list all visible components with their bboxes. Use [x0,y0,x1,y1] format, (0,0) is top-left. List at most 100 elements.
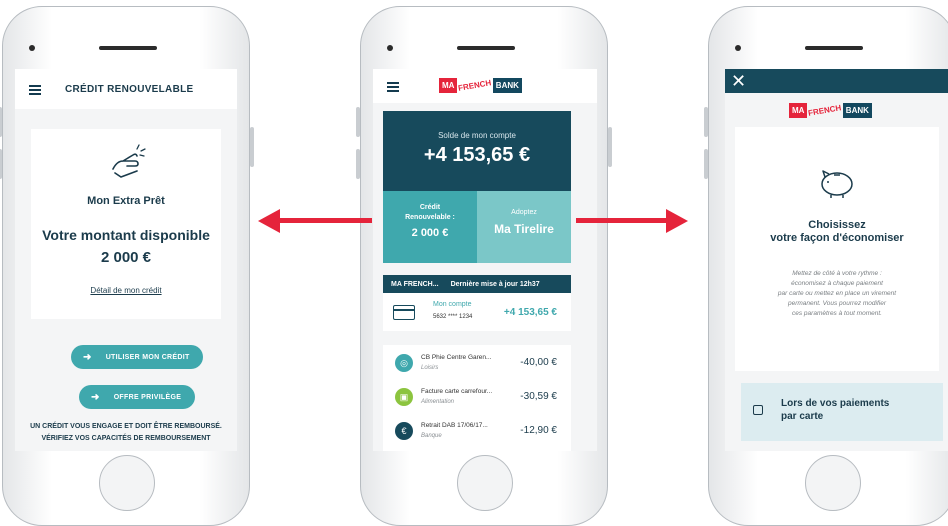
credit-detail-link[interactable]: Détail de mon crédit [31,286,221,295]
savings-title-line: Choisissez [808,219,866,231]
phone-frame-dashboard: MA FRENCH BANK Solde de mon compte +4 15… [356,6,612,526]
credit-card-panel: Mon Extra Prêt Votre montant disponible … [31,129,221,319]
logo-french: FRENCH [807,103,843,118]
transaction-category: Loisirs [421,365,439,371]
transaction-name: CB Phie Centre Garen... [421,354,492,361]
phone-side-button [0,107,2,137]
description-line: économisez à chaque paiement [791,280,883,287]
header: ✕ [725,69,948,93]
product-name: Mon Extra Prêt [87,195,165,207]
use-credit-button[interactable]: ➜ UTILISER MON CRÉDIT [71,345,203,369]
menu-icon[interactable] [29,84,41,95]
phone-frame-credit: CRÉDIT RENOUVELABLE Mon Extra Prêt Votre… [0,6,254,526]
arrow-left-shaft [278,218,372,223]
speaker-grille [805,46,863,50]
transaction-name: Retrait DAB 17/06/17... [421,422,488,429]
account-bar-name: MA FRENCH... [391,280,439,288]
option-checkbox[interactable] [753,405,763,415]
account-bar-update: Dernière mise à jour 12h37 [450,280,540,288]
description-line: permanent. Vous pourrez modifier [787,300,887,307]
phone-side-button [250,127,254,167]
description-line: Mettez de côté à votre rythme : [792,270,882,277]
card-payment-option[interactable]: Lors de vos paiements par carte [741,383,943,441]
option-label-line: par carte [781,411,824,422]
savings-card-panel: Choisissez votre façon d'économiser Mett… [735,127,939,371]
tirelire-value: Ma Tirelire [494,222,554,236]
transaction-row[interactable]: ▣ Facture carte carrefour... Alimentatio… [383,381,571,415]
transaction-list: ◎ CB Phie Centre Garen... Loisirs -40,00… [383,345,571,451]
arrow-right-icon: ➜ [91,391,100,403]
page-title: CRÉDIT RENOUVELABLE [65,83,194,95]
phone-side-button [356,107,360,137]
savings-description: Mettez de côté à votre rythme : économis… [749,269,925,319]
arrow-left-icon [258,209,280,233]
transaction-name: Facture carte carrefour... [421,388,493,395]
privilege-offer-label: OFFRE PRIVILÈGE [113,393,182,401]
option-label: Lors de vos paiements par carte [781,397,889,423]
arrow-right-shaft [576,218,668,223]
legal-line: VÉRIFIEZ VOS CAPACITÉS DE REMBOURSEMENT [41,435,211,442]
privilege-offer-button[interactable]: ➜ OFFRE PRIVILÈGE [79,385,195,409]
logo-ma: MA [439,78,458,93]
balance-panel[interactable]: Solde de mon compte +4 153,65 € [383,111,571,191]
camera-dot [29,45,35,51]
transaction-amount: -30,59 € [520,391,557,402]
credit-tile[interactable]: Crédit Renouvelable : 2 000 € [383,191,477,263]
leisure-icon: ◎ [395,354,413,372]
savings-title-line: votre façon d'économiser [770,232,904,244]
account-number: 5632 **** 1234 [433,314,473,320]
arrow-right-icon: ➜ [83,351,92,363]
transaction-amount: -12,90 € [520,425,557,436]
header: MA FRENCH BANK [373,69,597,103]
header: CRÉDIT RENOUVELABLE [15,69,237,109]
use-credit-label: UTILISER MON CRÉDIT [105,353,190,361]
legal-line: UN CRÉDIT VOUS ENGAGE ET DOIT ÊTRE REMBO… [30,423,222,430]
legal-notice: UN CRÉDIT VOUS ENGAGE ET DOIT ÊTRE REMBO… [15,421,237,445]
camera-dot [387,45,393,51]
screen-savings: ✕ MA FRENCH BANK Choisissez votre façon … [725,69,948,451]
menu-icon[interactable] [387,82,399,92]
phone-side-button [0,149,2,179]
credit-label: Crédit Renouvelable : [383,203,477,223]
logo-bank: BANK [842,103,872,118]
brand-logo: MA FRENCH BANK [439,78,522,93]
phone-side-button [356,149,360,179]
arrow-right-icon [666,209,688,233]
account-name: Mon compte [433,301,472,308]
transaction-row[interactable]: ◎ CB Phie Centre Garen... Loisirs -40,00… [383,347,571,381]
credit-label-line: Renouvelable : [405,214,455,221]
transaction-category: Alimentation [421,399,455,405]
balance-value: +4 153,65 € [423,144,531,166]
tirelire-label: Adoptez [511,209,537,216]
close-icon[interactable]: ✕ [731,69,746,93]
logo-bank: BANK [492,78,522,93]
home-button[interactable] [99,455,155,511]
description-line: ces paramètres à tout moment. [792,310,882,317]
hand-money-icon [112,144,146,178]
brand-logo: MA FRENCH BANK [789,103,872,118]
account-row[interactable]: Mon compte 5632 **** 1234 +4 153,65 € [383,293,571,331]
savings-title: Choisissez votre façon d'économiser [735,219,939,245]
option-label-line: Lors de vos paiements [781,398,890,409]
account-bar[interactable]: MA FRENCH... Dernière mise à jour 12h37 [383,275,571,293]
transaction-row[interactable]: € Retrait DAB 17/06/17... Banque -12,90 … [383,415,571,449]
phone-side-button [704,107,708,137]
tirelire-tile[interactable]: Adoptez Ma Tirelire [477,191,571,263]
screen-dashboard: MA FRENCH BANK Solde de mon compte +4 15… [373,69,597,451]
account-amount: +4 153,65 € [503,307,557,318]
transaction-category: Banque [421,433,442,439]
available-amount: 2 000 € [100,249,152,266]
home-button[interactable] [805,455,861,511]
camera-dot [735,45,741,51]
piggy-bank-icon [821,170,853,198]
phone-frame-savings: ✕ MA FRENCH BANK Choisissez votre façon … [704,6,948,526]
balance-label: Solde de mon compte [438,131,516,140]
credit-label-line: Crédit [419,204,441,211]
description-line: par carte ou mettez en place un virement [777,290,897,297]
bank-icon: € [395,422,413,440]
food-icon: ▣ [395,388,413,406]
credit-card-icon [393,305,415,320]
home-button[interactable] [457,455,513,511]
phone-side-button [608,127,612,167]
credit-value: 2 000 € [411,227,449,239]
